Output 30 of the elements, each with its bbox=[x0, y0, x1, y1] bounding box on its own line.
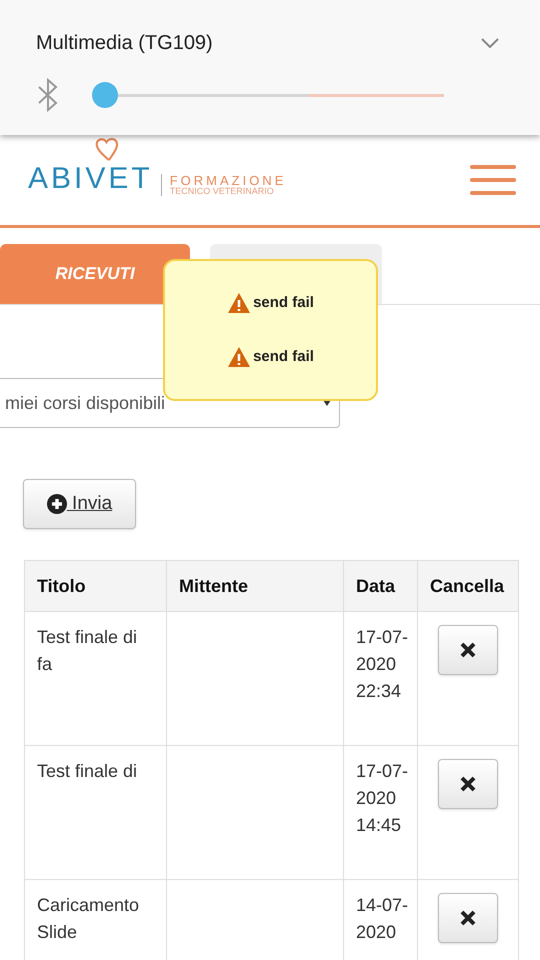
table-cell: 17-07-2020 14:45 bbox=[344, 746, 418, 880]
logo-subtagline: TECNICO VETERINARIO bbox=[170, 187, 275, 196]
logo-tagline: FORMAZIONE bbox=[170, 174, 286, 187]
column-header: Mittente bbox=[166, 560, 344, 612]
volume-slider[interactable] bbox=[92, 82, 444, 108]
column-header: Titolo bbox=[24, 560, 166, 612]
close-icon bbox=[460, 776, 476, 792]
bluetooth-icon bbox=[36, 78, 60, 112]
delete-button[interactable] bbox=[438, 893, 498, 943]
chevron-down-icon[interactable] bbox=[480, 37, 500, 49]
table-cell: Test finale di bbox=[24, 746, 166, 880]
notification-title: Multimedia (TG109) bbox=[36, 31, 213, 56]
warning-icon bbox=[227, 292, 252, 314]
close-icon bbox=[460, 910, 476, 926]
toast-message: send fail bbox=[253, 347, 314, 367]
delete-button[interactable] bbox=[438, 625, 498, 675]
slider-thumb[interactable] bbox=[92, 82, 118, 108]
table-cell: Caricamento Slide bbox=[24, 880, 166, 960]
plus-circle-icon bbox=[46, 494, 67, 514]
menu-icon[interactable] bbox=[470, 164, 516, 196]
send-button[interactable]: Invia bbox=[23, 479, 136, 529]
column-header: Cancella bbox=[418, 560, 518, 612]
warning-icon bbox=[227, 346, 252, 368]
delete-button[interactable] bbox=[438, 759, 498, 809]
table-cell: Test finale di fa bbox=[24, 612, 166, 746]
column-header: Data bbox=[344, 560, 418, 612]
close-icon bbox=[460, 642, 476, 658]
table-cell: 17-07-2020 22:34 bbox=[344, 612, 418, 746]
toast-message: send fail bbox=[253, 292, 314, 312]
logo-brand: ABIVET bbox=[28, 162, 153, 195]
